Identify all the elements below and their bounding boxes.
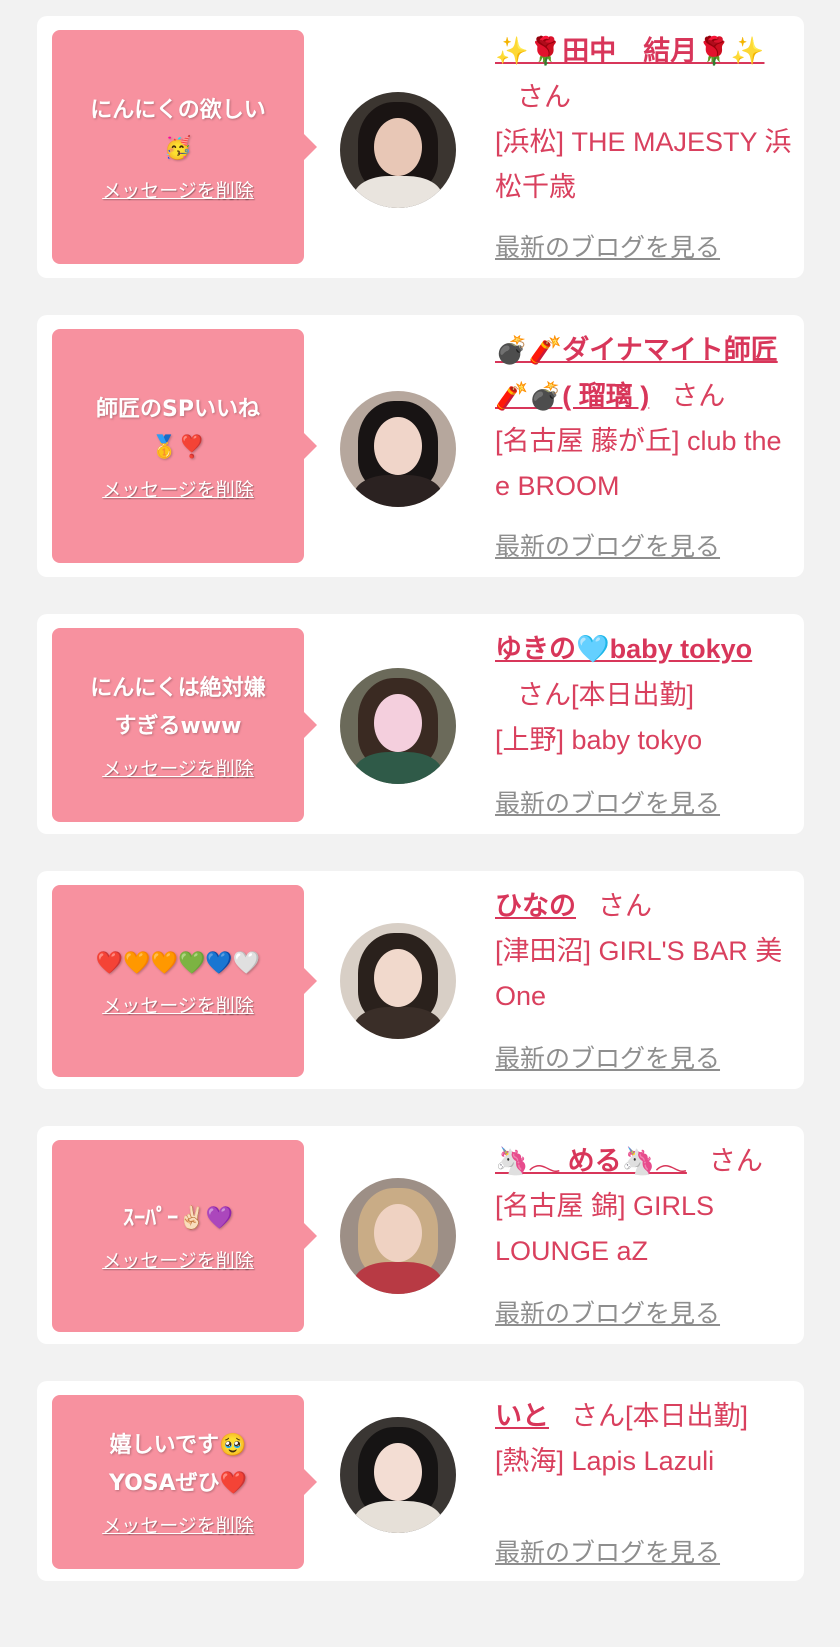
message-bubble: 嬉しいです🥹 YOSAぜひ❤️ メッセージを削除	[52, 1395, 317, 1569]
cast-info: 🦄𓂃 める🦄𓂃 さん [名古屋 錦] GIRLS LOUNGE aZ	[495, 1138, 796, 1274]
delete-message-link[interactable]: メッセージを削除	[102, 991, 254, 1018]
cast-name-line: 🦄𓂃 める🦄𓂃 さん	[495, 1138, 796, 1184]
cast-name-link[interactable]: 🦄𓂃 める🦄𓂃	[495, 1146, 687, 1176]
shop-name: [浜松] THE MAJESTY 浜松千歳	[495, 127, 792, 202]
message-card: 師匠のSPいいね 🥇❣️ メッセージを削除 💣🧨ダイナマイト師匠🧨💣( 瑠璃 )…	[37, 315, 804, 577]
message-card: にんにくは絶対嫌 すぎるwww メッセージを削除 ゆきの🩵baby tokyo さ…	[37, 614, 804, 834]
latest-blog-link[interactable]: 最新のブログを見る	[495, 784, 720, 820]
cast-name-line: 💣🧨ダイナマイト師匠🧨💣( 瑠璃 ) さん	[495, 327, 796, 419]
shop-name: [熱海] Lapis Lazuli	[495, 1446, 715, 1476]
message-card: ❤️🧡🧡💚💙🤍 メッセージを削除 ひなの さん [津田沼] GIRL'S BAR …	[37, 871, 804, 1089]
avatar-body	[354, 752, 442, 784]
avatar-body	[354, 1007, 442, 1039]
delete-message-link[interactable]: メッセージを削除	[102, 1511, 254, 1538]
avatar-body	[354, 1501, 442, 1533]
cast-name-link[interactable]: 💣🧨ダイナマイト師匠🧨💣( 瑠璃 )	[495, 335, 778, 411]
san-label: さん	[708, 1146, 763, 1176]
message-bubble: ❤️🧡🧡💚💙🤍 メッセージを削除	[52, 885, 317, 1077]
avatar[interactable]	[340, 1417, 456, 1533]
shop-name: [名古屋 藤が丘] club the e BROOM	[495, 426, 782, 501]
cast-info: ✨🌹田中 結月🌹✨ さん [浜松] THE MAJESTY 浜松千歳	[495, 28, 796, 210]
cast-name-line: いと さん[本日出勤]	[495, 1393, 796, 1439]
san-label: さん	[517, 680, 571, 710]
shop-name: [津田沼] GIRL'S BAR 美One	[495, 936, 783, 1011]
avatar[interactable]	[340, 668, 456, 784]
shop-name: [名古屋 錦] GIRLS LOUNGE aZ	[495, 1191, 715, 1266]
latest-blog-link[interactable]: 最新のブログを見る	[495, 1039, 720, 1075]
avatar-face	[374, 694, 422, 752]
message-bubble: ｽｰﾊﾟｰ✌🏻💜 メッセージを削除	[52, 1140, 317, 1332]
message-bubble: にんにくの欲しい 🥳 メッセージを削除	[52, 30, 317, 264]
message-card: 嬉しいです🥹 YOSAぜひ❤️ メッセージを削除 いと さん[本日出勤] [熱海]…	[37, 1381, 804, 1581]
cast-name-link[interactable]: ひなの	[495, 891, 576, 921]
avatar-face	[374, 1443, 422, 1501]
san-label: さん	[517, 82, 571, 112]
cast-info: 💣🧨ダイナマイト師匠🧨💣( 瑠璃 ) さん [名古屋 藤が丘] club the …	[495, 327, 796, 509]
delete-message-link[interactable]: メッセージを削除	[102, 176, 254, 203]
message-list: にんにくの欲しい 🥳 メッセージを削除 ✨🌹田中 結月🌹✨ さん [浜松] THE…	[0, 0, 840, 1581]
latest-blog-link[interactable]: 最新のブログを見る	[495, 1533, 720, 1569]
message-bubble: 師匠のSPいいね 🥇❣️ メッセージを削除	[52, 329, 317, 563]
latest-blog-link[interactable]: 最新のブログを見る	[495, 1294, 720, 1330]
message-text: にんにくの欲しい 🥳	[90, 97, 266, 161]
san-label: さん	[571, 1401, 625, 1431]
avatar-body	[354, 475, 442, 507]
message-bubble: にんにくは絶対嫌 すぎるwww メッセージを削除	[52, 628, 317, 822]
avatar[interactable]	[340, 391, 456, 507]
delete-message-link[interactable]: メッセージを削除	[102, 754, 254, 781]
san-label: さん	[598, 891, 652, 921]
san-label: さん	[671, 381, 726, 411]
latest-blog-link[interactable]: 最新のブログを見る	[495, 228, 720, 264]
delete-message-link[interactable]: メッセージを削除	[102, 475, 254, 502]
message-text: ｽｰﾊﾟｰ✌🏻💜	[123, 1205, 233, 1231]
avatar-body	[354, 176, 442, 208]
avatar[interactable]	[340, 92, 456, 208]
avatar-face	[374, 118, 422, 176]
cast-info: ゆきの🩵baby tokyo さん[本日出勤] [上野] baby tokyo	[495, 626, 796, 763]
cast-name-link[interactable]: いと	[495, 1401, 549, 1431]
avatar-face	[374, 949, 422, 1007]
cast-name-line: ✨🌹田中 結月🌹✨ さん	[495, 28, 796, 120]
message-card: ｽｰﾊﾟｰ✌🏻💜 メッセージを削除 🦄𓂃 める🦄𓂃 さん [名古屋 錦] GIRL…	[37, 1126, 804, 1344]
message-card: にんにくの欲しい 🥳 メッセージを削除 ✨🌹田中 結月🌹✨ さん [浜松] THE…	[37, 16, 804, 278]
delete-message-link[interactable]: メッセージを削除	[102, 1246, 254, 1273]
avatar-face	[374, 417, 422, 475]
shop-name: [上野] baby tokyo	[495, 725, 703, 755]
message-text: にんにくは絶対嫌 すぎるwww	[90, 675, 266, 739]
cast-name-line: ひなの さん	[495, 883, 796, 929]
cast-info: いと さん[本日出勤] [熱海] Lapis Lazuli	[495, 1393, 796, 1484]
cast-name-link[interactable]: ゆきの🩵baby tokyo	[495, 634, 752, 664]
message-text: 嬉しいです🥹 YOSAぜひ❤️	[108, 1432, 248, 1496]
avatar-body	[354, 1262, 442, 1294]
message-text: ❤️🧡🧡💚💙🤍	[95, 950, 261, 976]
cast-info: ひなの さん [津田沼] GIRL'S BAR 美One	[495, 883, 796, 1019]
cast-name-link[interactable]: ✨🌹田中 結月🌹✨	[495, 36, 764, 66]
latest-blog-link[interactable]: 最新のブログを見る	[495, 527, 720, 563]
cast-status: [本日出勤]	[625, 1401, 749, 1431]
avatar[interactable]	[340, 923, 456, 1039]
message-text: 師匠のSPいいね 🥇❣️	[96, 396, 260, 460]
avatar-face	[374, 1204, 422, 1262]
cast-status: [本日出勤]	[571, 680, 695, 710]
avatar[interactable]	[340, 1178, 456, 1294]
cast-name-line: ゆきの🩵baby tokyo さん[本日出勤]	[495, 626, 796, 718]
